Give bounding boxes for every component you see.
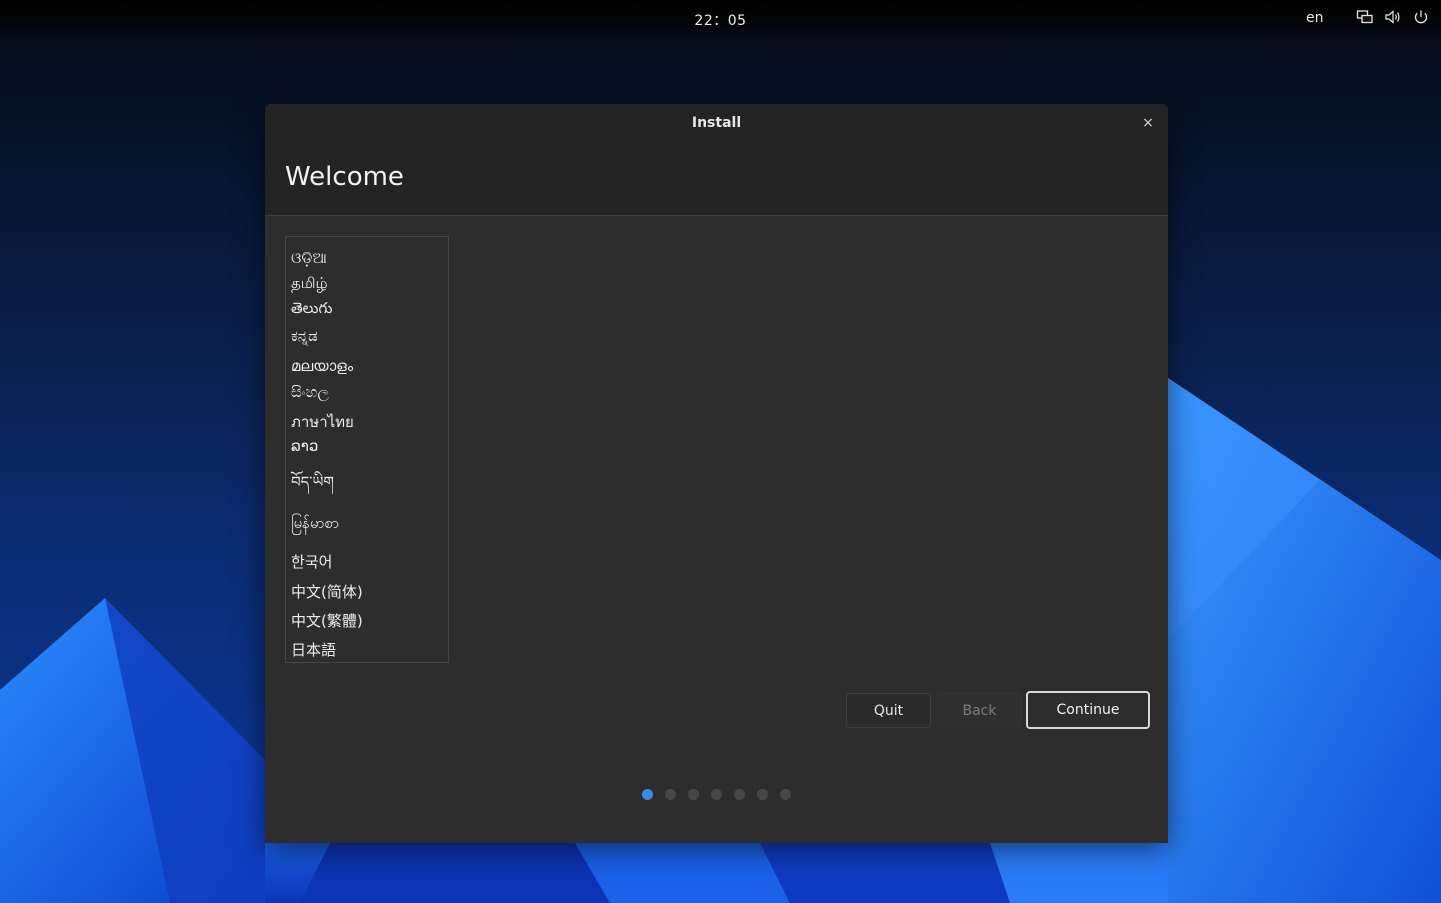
network-icon[interactable]: [1356, 9, 1374, 25]
list-item[interactable]: 日本語: [291, 639, 336, 660]
page-dot: [734, 789, 745, 800]
list-item[interactable]: தமிழ்: [291, 274, 328, 294]
language-list[interactable]: ଓ ଓଡ଼ିଆ தமிழ் తెలుగు ಕನ್ನಡ മലയാളം සිංහල …: [285, 236, 449, 663]
page-dot: [665, 789, 676, 800]
page-dot: [688, 789, 699, 800]
power-icon[interactable]: [1412, 9, 1430, 25]
back-button[interactable]: Back: [937, 693, 1022, 728]
list-item[interactable]: ລາວ: [291, 437, 318, 455]
list-item[interactable]: සිංහල: [291, 383, 329, 401]
list-item[interactable]: ಕನ್ನಡ: [291, 327, 318, 345]
desktop: 22：05 en Install × Welcome ଓ ଓଡ଼ିଆ தமிழ்…: [0, 0, 1441, 903]
window-title: Install: [691, 115, 742, 131]
list-item[interactable]: 中文(简体): [291, 581, 363, 602]
continue-button[interactable]: Continue: [1026, 691, 1150, 729]
list-item[interactable]: བོད་ཡིག: [291, 466, 334, 508]
list-item[interactable]: ภาษาไทย: [291, 410, 354, 434]
close-button[interactable]: ×: [1137, 112, 1159, 134]
page-dot: [780, 789, 791, 800]
list-item[interactable]: မြန်မာစာ: [291, 514, 339, 536]
close-icon: ×: [1142, 115, 1154, 131]
list-item[interactable]: ଓଡ଼ିଆ: [291, 249, 327, 267]
page-dot: [711, 789, 722, 800]
installer-window: Install × Welcome ଓ ଓଡ଼ିଆ தமிழ் తెలుగు ಕ…: [265, 104, 1168, 843]
top-panel: 22：05 en: [0, 0, 1441, 36]
page-dot-active: [642, 789, 653, 800]
list-item[interactable]: ଓ: [291, 237, 301, 241]
list-item[interactable]: 한국어: [291, 551, 332, 572]
clock[interactable]: 22：05: [0, 10, 1441, 30]
quit-button[interactable]: Quit: [846, 693, 931, 728]
window-header: Install × Welcome: [265, 104, 1168, 216]
list-item[interactable]: മലയാളം: [291, 357, 353, 375]
list-item[interactable]: తెలుగు: [291, 299, 332, 321]
list-item[interactable]: 中文(繁體): [291, 610, 363, 631]
keyboard-language-indicator[interactable]: en: [1306, 10, 1324, 26]
page-dot: [757, 789, 768, 800]
page-title: Welcome: [285, 162, 404, 192]
volume-icon[interactable]: [1384, 9, 1402, 25]
